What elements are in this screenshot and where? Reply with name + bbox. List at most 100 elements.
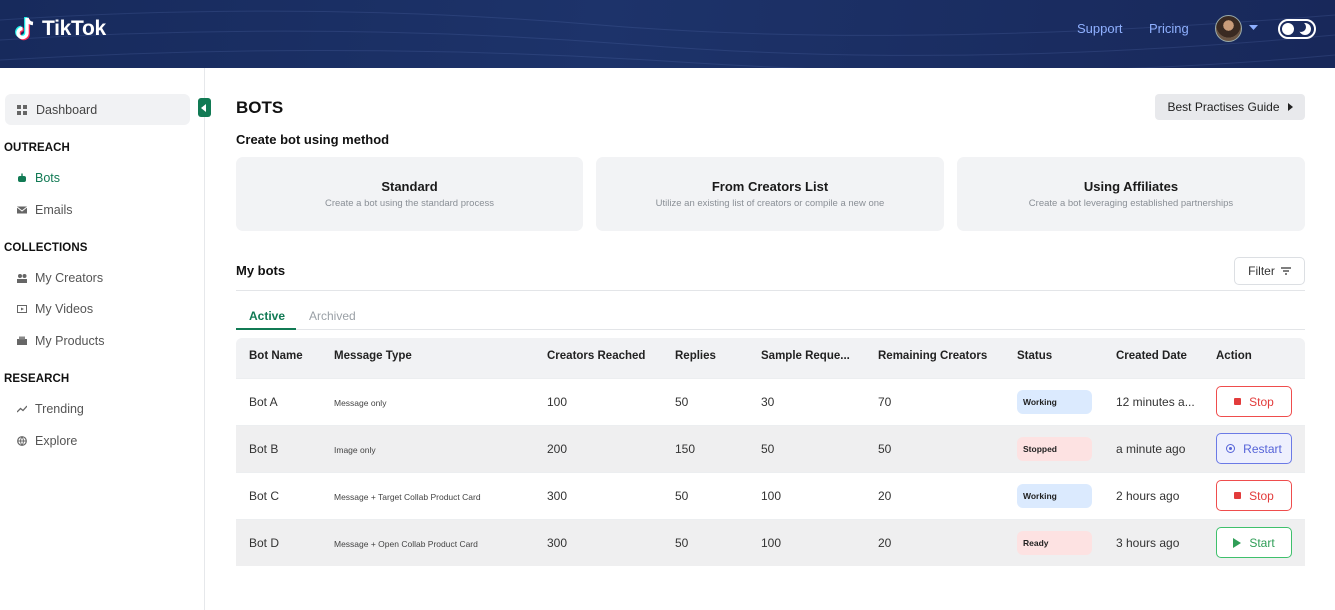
sample-requests: 50 (761, 442, 775, 456)
sidebar-item-my-products[interactable]: My Products (17, 334, 104, 348)
replies: 150 (675, 442, 696, 456)
my-bots-heading: My bots (236, 263, 286, 278)
remaining-creators: 20 (878, 489, 892, 503)
sidebar-item-label: Dashboard (36, 102, 98, 117)
box-icon (17, 336, 27, 345)
create-method-heading: Create bot using method (236, 132, 390, 147)
filter-label: Filter (1248, 264, 1275, 278)
created-date: 3 hours ago (1116, 536, 1180, 550)
app-logo[interactable]: TikTok (14, 16, 106, 42)
column-header[interactable]: Bot Name (249, 350, 303, 362)
restart-button[interactable]: Restart (1216, 433, 1292, 464)
sidebar-item-label: My Creators (35, 271, 104, 285)
created-date: 12 minutes a... (1116, 395, 1195, 409)
stop-icon (1234, 398, 1242, 405)
column-header[interactable]: Status (1017, 350, 1052, 362)
creators-reached: 200 (547, 442, 568, 456)
active-tab-indicator (236, 328, 296, 330)
guide-button-label: Best Practises Guide (1167, 100, 1280, 114)
best-practises-guide-button[interactable]: Best Practises Guide (1155, 94, 1305, 120)
method-card-creators-list[interactable]: From Creators List Utilize an existing l… (596, 157, 944, 231)
restart-icon (1226, 444, 1236, 453)
tab-archived[interactable]: Archived (309, 309, 356, 323)
method-card-affiliates[interactable]: Using Affiliates Create a bot leveraging… (957, 157, 1305, 231)
bot-name: Bot C (249, 489, 280, 503)
status-badge: Working (1017, 390, 1092, 414)
mail-icon (17, 206, 27, 214)
message-type: Message + Target Collab Product Card (334, 492, 481, 502)
trend-icon (17, 405, 27, 413)
sidebar-item-label: Bots (35, 171, 61, 185)
people-icon (17, 274, 27, 283)
table-row[interactable]: Bot B Image only 200 150 50 50 Stopped a… (236, 425, 1305, 472)
sidebar-item-bots[interactable]: Bots (17, 171, 60, 185)
chevron-down-icon[interactable] (1249, 25, 1258, 31)
bots-table: Bot Name Message Type Creators Reached R… (236, 338, 1305, 566)
remaining-creators: 50 (878, 442, 892, 456)
action-label: Start (1249, 535, 1275, 550)
stop-icon (1234, 492, 1242, 499)
sample-requests: 30 (761, 395, 775, 409)
sidebar-item-dashboard[interactable]: Dashboard (5, 94, 190, 125)
toggle-knob (1282, 23, 1294, 35)
sidebar-item-my-creators[interactable]: My Creators (17, 271, 103, 285)
table-row[interactable]: Bot A Message only 100 50 30 70 Working … (236, 378, 1305, 425)
bot-name: Bot B (249, 442, 279, 456)
sidebar-item-emails[interactable]: Emails (17, 203, 73, 217)
sidebar-item-trending[interactable]: Trending (17, 402, 84, 416)
app-name: TikTok (42, 17, 106, 40)
sidebar-item-explore[interactable]: Explore (17, 434, 77, 448)
creators-reached: 300 (547, 536, 568, 550)
remaining-creators: 20 (878, 536, 892, 550)
column-header[interactable]: Replies (675, 350, 716, 362)
remaining-creators: 70 (878, 395, 892, 409)
sidebar-item-label: Emails (35, 203, 73, 217)
replies: 50 (675, 489, 689, 503)
method-title: Using Affiliates (1083, 179, 1179, 194)
user-avatar[interactable] (1215, 15, 1242, 42)
replies: 50 (675, 395, 689, 409)
stop-button[interactable]: Stop (1216, 386, 1292, 417)
table-header: Bot Name Message Type Creators Reached R… (236, 338, 1305, 378)
column-header[interactable]: Message Type (334, 350, 412, 362)
status-badge: Ready (1017, 531, 1092, 555)
bot-name: Bot D (249, 536, 280, 550)
pricing-link[interactable]: Pricing (1149, 21, 1189, 36)
created-date: a minute ago (1116, 442, 1186, 456)
action-label: Stop (1249, 488, 1274, 503)
method-card-standard[interactable]: Standard Create a bot using the standard… (236, 157, 583, 231)
table-row[interactable]: Bot C Message + Target Collab Product Ca… (236, 472, 1305, 519)
sidebar-item-my-videos[interactable]: My Videos (17, 302, 93, 316)
page-title: BOTS (236, 98, 284, 117)
method-description: Create a bot using the standard process (325, 198, 494, 209)
section-title-research: RESEARCH (4, 373, 70, 385)
bot-name: Bot A (249, 395, 278, 409)
start-button[interactable]: Start (1216, 527, 1292, 558)
divider (236, 290, 1305, 291)
column-header[interactable]: Creators Reached (547, 350, 645, 362)
caret-right-icon (1287, 103, 1293, 111)
top-header: TikTok Support Pricing (0, 0, 1335, 68)
creators-reached: 300 (547, 489, 568, 503)
table-row[interactable]: Bot D Message + Open Collab Product Card… (236, 519, 1305, 566)
sidebar-item-label: Explore (35, 434, 78, 448)
tab-active[interactable]: Active (249, 309, 285, 323)
support-link[interactable]: Support (1077, 21, 1123, 36)
column-header[interactable]: Created Date (1116, 350, 1187, 362)
status-badge: Stopped (1017, 437, 1092, 461)
creators-reached: 100 (547, 395, 568, 409)
status-badge: Working (1017, 484, 1092, 508)
column-header[interactable]: Remaining Creators (878, 350, 987, 362)
theme-toggle[interactable] (1278, 19, 1316, 39)
globe-icon (17, 436, 27, 446)
header-pattern (0, 10, 1335, 68)
filter-button[interactable]: Filter (1234, 257, 1305, 285)
replies: 50 (675, 536, 689, 550)
filter-icon (1280, 267, 1291, 275)
sidebar-item-label: My Products (35, 334, 105, 348)
grid-icon (17, 104, 27, 115)
video-icon (17, 305, 27, 313)
stop-button[interactable]: Stop (1216, 480, 1292, 511)
column-header[interactable]: Sample Reque... (761, 350, 850, 362)
collapse-sidebar-button[interactable] (198, 98, 211, 117)
